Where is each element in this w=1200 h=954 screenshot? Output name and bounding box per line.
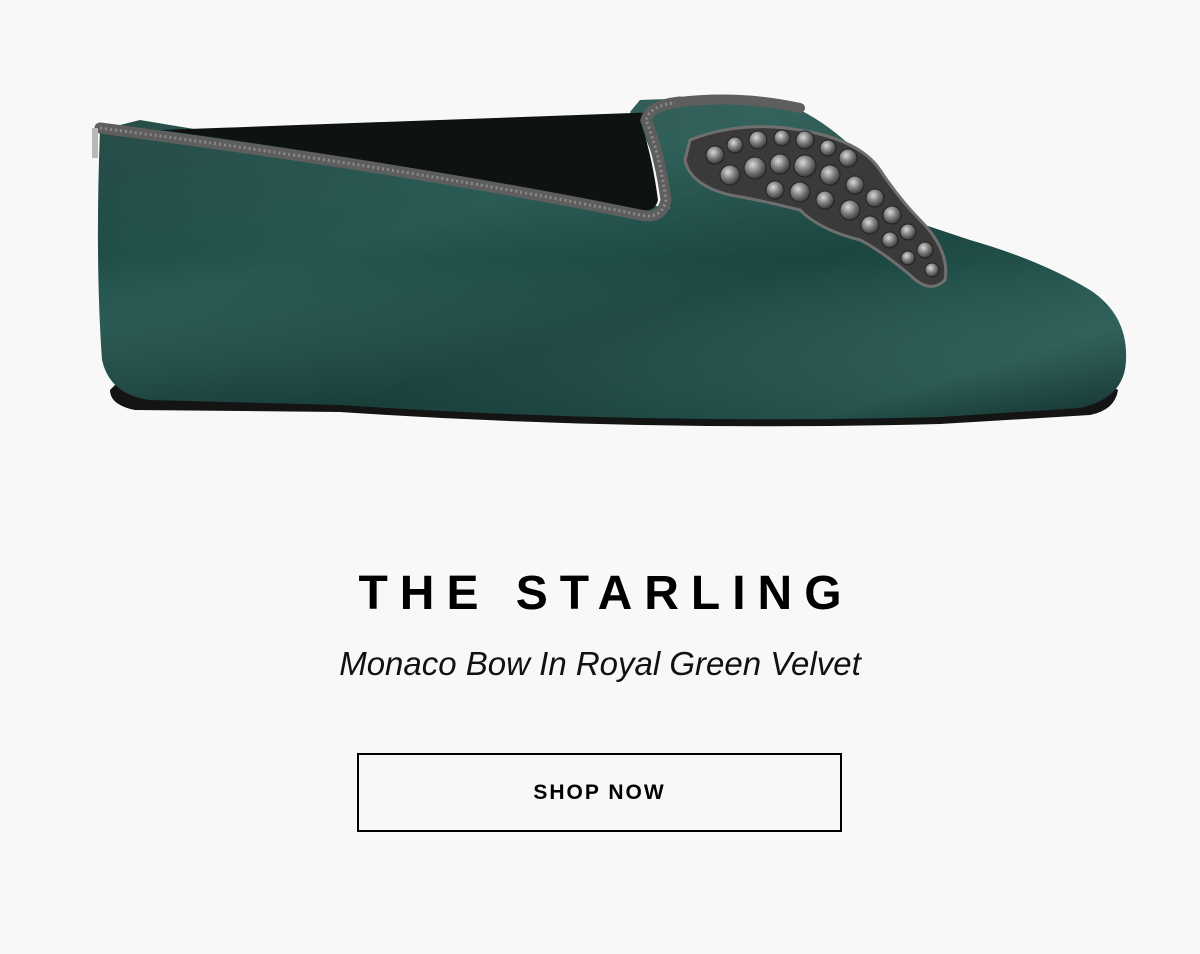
velvet-loafer-illustration — [92, 94, 1127, 427]
product-title: THE STARLING — [358, 567, 854, 620]
shop-now-button[interactable]: SHOP NOW — [357, 753, 842, 832]
product-hero: THE STARLING Monaco Bow In Royal Green V… — [0, 0, 1200, 954]
product-image[interactable] — [40, 60, 1200, 460]
product-subtitle: Monaco Bow In Royal Green Velvet — [339, 645, 861, 682]
